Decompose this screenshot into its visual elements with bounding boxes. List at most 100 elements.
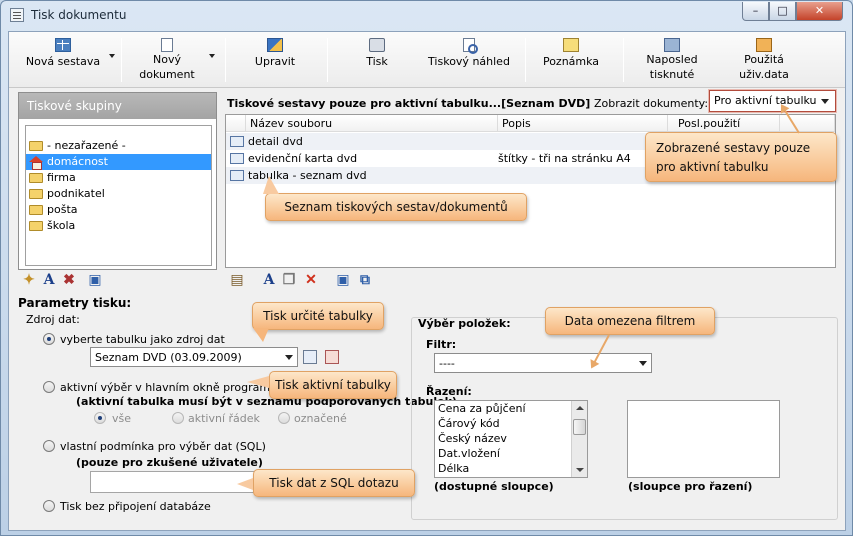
column-header-name[interactable]: Název souboru bbox=[246, 115, 498, 132]
scrollbar[interactable] bbox=[571, 401, 587, 477]
delete-group-icon[interactable]: ✖ bbox=[61, 272, 77, 288]
window-title: Tisk dokumentu bbox=[31, 8, 127, 22]
list-item[interactable]: Cena za půjčení bbox=[435, 401, 587, 416]
note-button[interactable]: Poznámka bbox=[535, 36, 607, 84]
show-documents-select[interactable]: Pro aktivní tabulku bbox=[709, 90, 836, 112]
close-button[interactable]: ✕ bbox=[796, 2, 843, 21]
sort-columns-list[interactable] bbox=[627, 400, 780, 478]
user-data-button[interactable]: Použitá uživ.data bbox=[729, 36, 799, 84]
callout-tail bbox=[253, 328, 269, 342]
radio-marked-label: označené bbox=[294, 412, 347, 425]
filter-label: Filtr: bbox=[426, 338, 457, 351]
radio-all-label: vše bbox=[112, 412, 132, 425]
chevron-down-icon bbox=[285, 355, 293, 360]
add-group-icon[interactable]: ✦ bbox=[21, 272, 37, 288]
print-params-title: Parametry tisku: bbox=[18, 296, 132, 310]
new-report-button[interactable]: Nová sestava bbox=[21, 36, 105, 84]
separator bbox=[525, 38, 526, 82]
available-columns-caption: (dostupné sloupce) bbox=[434, 480, 554, 493]
user-data-icon bbox=[756, 38, 772, 52]
radio-all[interactable] bbox=[94, 412, 106, 424]
import-icon[interactable]: ▤ bbox=[229, 272, 245, 288]
tree-item-selected[interactable]: domácnost bbox=[26, 154, 211, 170]
show-documents-label: Zobrazit dokumenty: bbox=[594, 97, 709, 110]
groups-tree: - nezařazené - domácnost firma podnikate… bbox=[25, 125, 212, 266]
maximize-button[interactable]: □ bbox=[769, 2, 796, 21]
tree-item-label: podnikatel bbox=[47, 187, 105, 200]
sql-note: (pouze pro zkušené uživatele) bbox=[76, 456, 263, 469]
table-clear-icon[interactable] bbox=[325, 350, 339, 364]
new-document-label-2: dokument bbox=[139, 68, 195, 81]
copy-report-icon[interactable]: ❐ bbox=[281, 272, 297, 288]
main-window: Tisk dokumentu – □ ✕ Nová sestava Nový d… bbox=[0, 0, 853, 536]
title-bar: Tisk dokumentu – □ ✕ bbox=[1, 1, 852, 31]
print-button[interactable]: Tisk bbox=[353, 36, 401, 84]
scroll-down-icon[interactable] bbox=[576, 468, 584, 472]
scroll-up-icon[interactable] bbox=[576, 406, 584, 410]
last-printed-label-2: tisknuté bbox=[649, 68, 695, 81]
list-item[interactable]: Délka bbox=[435, 461, 587, 476]
radio-active-row-label: aktivní řádek bbox=[188, 412, 260, 425]
column-header-desc[interactable]: Popis bbox=[498, 115, 668, 132]
client-area: Nová sestava Nový dokument Upravit Tisk bbox=[8, 31, 846, 531]
callout-filter: Data omezena filtrem bbox=[545, 307, 715, 335]
available-columns-list[interactable]: Cena za půjčení Čárový kód Český název D… bbox=[434, 400, 588, 478]
rename-report-icon[interactable]: A bbox=[261, 272, 277, 288]
callout-tail bbox=[237, 478, 253, 490]
table-select-value: Seznam DVD (03.09.2009) bbox=[95, 351, 242, 364]
list-item[interactable]: Český název bbox=[435, 431, 587, 446]
new-document-dropdown-icon[interactable] bbox=[209, 54, 215, 58]
new-document-button[interactable]: Nový dokument bbox=[127, 36, 207, 84]
folder-icon bbox=[29, 141, 43, 151]
table-select[interactable]: Seznam DVD (03.09.2009) bbox=[90, 347, 298, 367]
filter-select[interactable]: ---- bbox=[434, 353, 652, 373]
radio-active-row[interactable] bbox=[172, 412, 184, 424]
tree-item[interactable]: podnikatel bbox=[26, 186, 211, 202]
chevron-down-icon bbox=[639, 361, 647, 366]
note-icon bbox=[563, 38, 579, 52]
radio-marked[interactable] bbox=[278, 412, 290, 424]
rename-group-icon[interactable]: A bbox=[41, 272, 57, 288]
minimize-button[interactable]: – bbox=[742, 2, 769, 21]
filter-select-value: ---- bbox=[439, 357, 455, 370]
radio-select-table[interactable] bbox=[43, 333, 55, 345]
scroll-thumb[interactable] bbox=[573, 419, 586, 435]
new-report-dropdown-icon[interactable] bbox=[109, 54, 115, 58]
folder-icon bbox=[29, 189, 43, 199]
list-item[interactable]: Dat.vložení bbox=[435, 446, 587, 461]
last-printed-button[interactable]: Naposled tisknuté bbox=[639, 36, 705, 84]
sort-columns-caption: (sloupce pro řazení) bbox=[628, 480, 753, 493]
report-settings-icon[interactable]: ▣ bbox=[335, 272, 351, 288]
row-name: detail dvd bbox=[248, 135, 303, 148]
tree-item[interactable]: pošta bbox=[26, 202, 211, 218]
radio-no-database[interactable] bbox=[43, 500, 55, 512]
radio-active-selection[interactable] bbox=[43, 381, 55, 393]
callout-sql: Tisk dat z SQL dotazu bbox=[253, 469, 415, 497]
tree-item-label: firma bbox=[47, 171, 76, 184]
tree-item-label: - nezařazené - bbox=[47, 139, 126, 152]
list-item[interactable]: Čárový kód bbox=[435, 416, 587, 431]
print-preview-button[interactable]: Tiskový náhled bbox=[423, 36, 515, 84]
column-header-last-used[interactable]: Posl.použití bbox=[668, 115, 780, 132]
edit-label: Upravit bbox=[254, 55, 296, 68]
folder-icon bbox=[29, 205, 43, 215]
item-selection-group: Výběr položek: Filtr: ---- Řazení: Cena … bbox=[411, 317, 838, 520]
table-icon bbox=[55, 38, 71, 52]
tree-item[interactable]: firma bbox=[26, 170, 211, 186]
tree-item[interactable]: - nezařazené - bbox=[26, 138, 211, 154]
radio-no-database-label: Tisk bez připojení databáze bbox=[60, 500, 211, 513]
radio-sql[interactable] bbox=[43, 440, 55, 452]
windows-icon[interactable]: ⧉ bbox=[357, 272, 373, 288]
group-settings-icon[interactable]: ▣ bbox=[87, 272, 103, 288]
table-pick-icon[interactable] bbox=[303, 350, 317, 364]
report-icon bbox=[230, 153, 244, 164]
tree-item[interactable]: škola bbox=[26, 218, 211, 234]
user-data-label-2: uživ.data bbox=[739, 68, 789, 81]
separator bbox=[623, 38, 624, 82]
delete-report-icon[interactable]: ✕ bbox=[303, 272, 319, 288]
house-icon bbox=[29, 156, 43, 170]
edit-button[interactable]: Upravit bbox=[245, 36, 305, 84]
chevron-down-icon bbox=[821, 99, 829, 104]
toolbar: Nová sestava Nový dokument Upravit Tisk bbox=[9, 32, 845, 88]
